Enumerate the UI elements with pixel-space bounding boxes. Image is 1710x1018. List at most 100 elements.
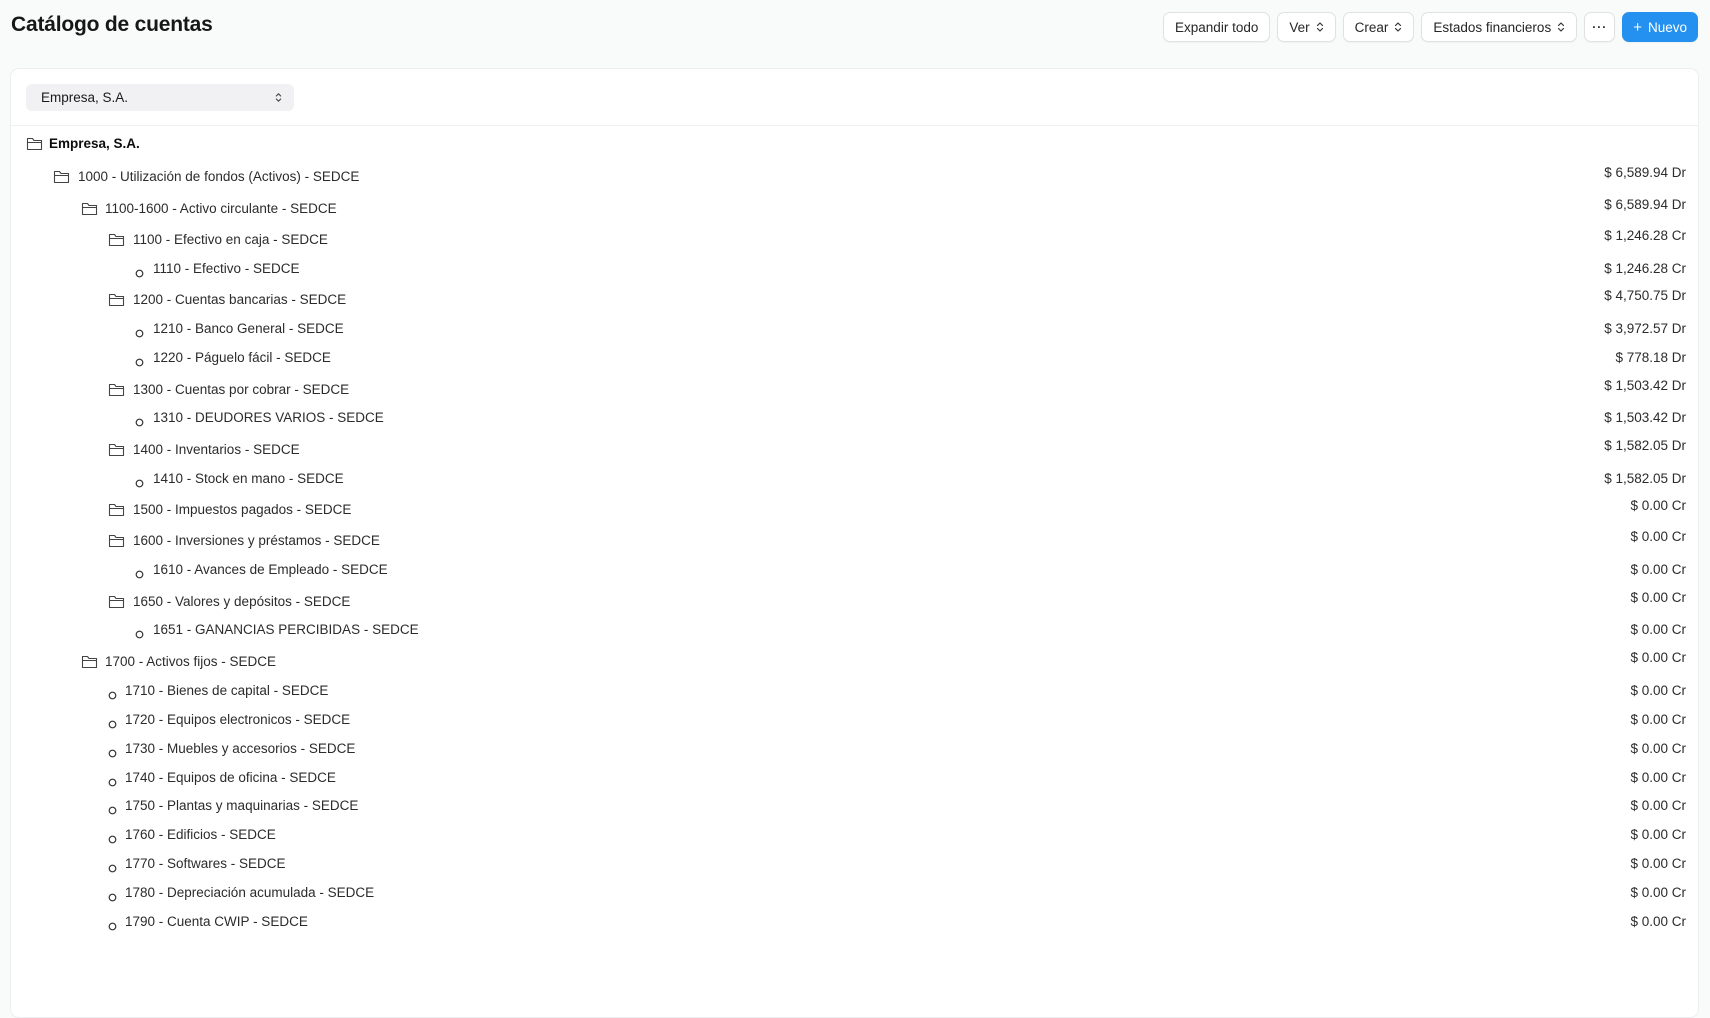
account-balance: $ 1,582.05 Dr bbox=[1604, 438, 1686, 453]
circle-icon[interactable] bbox=[108, 889, 117, 902]
tree-row-label[interactable]: 1400 - Inventarios - SEDCE bbox=[133, 442, 300, 457]
circle-icon[interactable] bbox=[108, 831, 117, 844]
tree-row-label[interactable]: 1780 - Depreciación acumulada - SEDCE bbox=[125, 885, 374, 900]
tree-group-row[interactable]: 1650 - Valores y depósitos - SEDCE $ 0.00… bbox=[11, 590, 1698, 614]
circle-icon[interactable] bbox=[135, 325, 144, 338]
tree-account-row[interactable]: 1110 - Efectivo - SEDCE $ 1,246.28 Cr bbox=[11, 257, 1698, 281]
create-dropdown-button[interactable]: Crear bbox=[1342, 12, 1415, 42]
tree-root-row[interactable]: Empresa, S.A. bbox=[11, 132, 1698, 156]
tree-group-row[interactable]: 1300 - Cuentas por cobrar - SEDCE $ 1,503… bbox=[11, 378, 1698, 402]
circle-icon[interactable] bbox=[135, 265, 144, 278]
tree-row-label[interactable]: 1110 - Efectivo - SEDCE bbox=[153, 261, 300, 276]
folder-icon[interactable] bbox=[108, 291, 125, 308]
folder-icon[interactable] bbox=[81, 653, 98, 670]
financial-statements-dropdown-button[interactable]: Estados financieros bbox=[1421, 12, 1578, 42]
account-balance: $ 3,972.57 Dr bbox=[1604, 321, 1686, 336]
account-balance: $ 0.00 Cr bbox=[1630, 856, 1686, 871]
tree-group-row[interactable]: 1100-1600 - Activo circulante - SEDCE $ 6… bbox=[11, 197, 1698, 221]
tree-row-label[interactable]: 1200 - Cuentas bancarias - SEDCE bbox=[133, 292, 346, 307]
tree-group-row[interactable]: 1700 - Activos fijos - SEDCE $ 0.00 Cr bbox=[11, 650, 1698, 674]
tree-group-row[interactable]: 1100 - Efectivo en caja - SEDCE $ 1,246.2… bbox=[11, 228, 1698, 252]
folder-icon[interactable] bbox=[108, 501, 125, 518]
tree-account-row[interactable]: 1220 - Páguelo fácil - SEDCE $ 778.18 Dr bbox=[11, 346, 1698, 370]
tree-row-label[interactable]: 1310 - DEUDORES VARIOS - SEDCE bbox=[153, 410, 384, 425]
account-balance: $ 1,246.28 Cr bbox=[1604, 228, 1686, 243]
tree-row-label[interactable]: 1100-1600 - Activo circulante - SEDCE bbox=[105, 201, 337, 216]
folder-icon[interactable] bbox=[108, 532, 125, 549]
tree-account-row[interactable]: 1651 - GANANCIAS PERCIBIDAS - SEDCE $ 0.0… bbox=[11, 618, 1698, 642]
tree-row-label[interactable]: 1740 - Equipos de oficina - SEDCE bbox=[125, 770, 336, 785]
tree-row-label[interactable]: 1610 - Avances de Empleado - SEDCE bbox=[153, 562, 388, 577]
tree-row-label[interactable]: 1730 - Muebles y accesorios - SEDCE bbox=[125, 741, 355, 756]
tree-row-label[interactable]: Empresa, S.A. bbox=[49, 136, 140, 151]
tree-account-row[interactable]: 1720 - Equipos electronicos - SEDCE $ 0.0… bbox=[11, 708, 1698, 732]
folder-icon[interactable] bbox=[108, 441, 125, 458]
tree-row-label[interactable]: 1100 - Efectivo en caja - SEDCE bbox=[133, 232, 328, 247]
tree-row-label[interactable]: 1700 - Activos fijos - SEDCE bbox=[105, 654, 276, 669]
tree-row-label[interactable]: 1600 - Inversiones y préstamos - SEDCE bbox=[133, 533, 380, 548]
tree-group-row[interactable]: 1600 - Inversiones y préstamos - SEDCE $ … bbox=[11, 529, 1698, 553]
tree-row-label[interactable]: 1750 - Plantas y maquinarias - SEDCE bbox=[125, 798, 358, 813]
more-options-button[interactable]: ··· bbox=[1584, 12, 1616, 42]
tree-row-label[interactable]: 1650 - Valores y depósitos - SEDCE bbox=[133, 594, 350, 609]
expand-all-button[interactable]: Expandir todo bbox=[1163, 12, 1271, 42]
folder-icon[interactable] bbox=[81, 200, 98, 217]
tree-account-row[interactable]: 1730 - Muebles y accesorios - SEDCE $ 0.0… bbox=[11, 737, 1698, 761]
new-account-button[interactable]: + Nuevo bbox=[1622, 12, 1698, 42]
circle-icon[interactable] bbox=[108, 918, 117, 931]
circle-icon[interactable] bbox=[135, 354, 144, 367]
tree-row-label[interactable]: 1710 - Bienes de capital - SEDCE bbox=[125, 683, 328, 698]
tree-row-label[interactable]: 1300 - Cuentas por cobrar - SEDCE bbox=[133, 382, 349, 397]
folder-icon[interactable] bbox=[108, 381, 125, 398]
tree-row-label[interactable]: 1500 - Impuestos pagados - SEDCE bbox=[133, 502, 351, 517]
tree-row-label[interactable]: 1210 - Banco General - SEDCE bbox=[153, 321, 344, 336]
account-balance: $ 6,589.94 Dr bbox=[1604, 197, 1686, 212]
folder-icon[interactable] bbox=[108, 593, 125, 610]
tree-account-row[interactable]: 1790 - Cuenta CWIP - SEDCE $ 0.00 Cr bbox=[11, 910, 1698, 934]
circle-icon[interactable] bbox=[108, 802, 117, 815]
circle-icon[interactable] bbox=[108, 774, 117, 787]
account-balance: $ 6,589.94 Dr bbox=[1604, 165, 1686, 180]
tree-row-label[interactable]: 1790 - Cuenta CWIP - SEDCE bbox=[125, 914, 308, 929]
folder-icon[interactable] bbox=[26, 135, 43, 152]
tree-row-label[interactable]: 1220 - Páguelo fácil - SEDCE bbox=[153, 350, 331, 365]
account-balance: $ 0.00 Cr bbox=[1630, 650, 1686, 665]
tree-row-label[interactable]: 1000 - Utilización de fondos (Activos) -… bbox=[78, 169, 359, 184]
tree-account-row[interactable]: 1780 - Depreciación acumulada - SEDCE $ 0… bbox=[11, 881, 1698, 905]
tree-account-row[interactable]: 1710 - Bienes de capital - SEDCE $ 0.00 C… bbox=[11, 679, 1698, 703]
tree-account-row[interactable]: 1740 - Equipos de oficina - SEDCE $ 0.00 … bbox=[11, 766, 1698, 790]
tree-row-label[interactable]: 1410 - Stock en mano - SEDCE bbox=[153, 471, 344, 486]
circle-icon[interactable] bbox=[108, 860, 117, 873]
tree-group-row[interactable]: 1200 - Cuentas bancarias - SEDCE $ 4,750.… bbox=[11, 288, 1698, 312]
account-balance: $ 778.18 Dr bbox=[1615, 350, 1686, 365]
tree-account-row[interactable]: 1610 - Avances de Empleado - SEDCE $ 0.00… bbox=[11, 558, 1698, 582]
account-balance: $ 0.00 Cr bbox=[1630, 683, 1686, 698]
tree-account-row[interactable]: 1310 - DEUDORES VARIOS - SEDCE $ 1,503.42… bbox=[11, 406, 1698, 430]
view-label: Ver bbox=[1289, 19, 1310, 35]
circle-icon[interactable] bbox=[108, 716, 117, 729]
tree-row-label[interactable]: 1720 - Equipos electronicos - SEDCE bbox=[125, 712, 350, 727]
company-select[interactable]: Empresa, S.A. bbox=[26, 84, 294, 111]
tree-account-row[interactable]: 1410 - Stock en mano - SEDCE $ 1,582.05 D… bbox=[11, 467, 1698, 491]
tree-row-label[interactable]: 1760 - Edificios - SEDCE bbox=[125, 827, 276, 842]
account-balance: $ 0.00 Cr bbox=[1630, 529, 1686, 544]
tree-group-row[interactable]: 1000 - Utilización de fondos (Activos) -… bbox=[11, 165, 1698, 189]
tree-account-row[interactable]: 1750 - Plantas y maquinarias - SEDCE $ 0.… bbox=[11, 794, 1698, 818]
circle-icon[interactable] bbox=[135, 414, 144, 427]
circle-icon[interactable] bbox=[135, 475, 144, 488]
circle-icon[interactable] bbox=[135, 566, 144, 579]
tree-row-label[interactable]: 1770 - Softwares - SEDCE bbox=[125, 856, 286, 871]
tree-group-row[interactable]: 1400 - Inventarios - SEDCE $ 1,582.05 Dr bbox=[11, 438, 1698, 462]
tree-row-label[interactable]: 1651 - GANANCIAS PERCIBIDAS - SEDCE bbox=[153, 622, 419, 637]
tree-account-row[interactable]: 1770 - Softwares - SEDCE $ 0.00 Cr bbox=[11, 852, 1698, 876]
tree-group-row[interactable]: 1500 - Impuestos pagados - SEDCE $ 0.00 C… bbox=[11, 498, 1698, 522]
circle-icon[interactable] bbox=[108, 745, 117, 758]
circle-icon[interactable] bbox=[108, 687, 117, 700]
folder-icon[interactable] bbox=[108, 231, 125, 248]
tree-account-row[interactable]: 1760 - Edificios - SEDCE $ 0.00 Cr bbox=[11, 823, 1698, 847]
tree-account-row[interactable]: 1210 - Banco General - SEDCE $ 3,972.57 D… bbox=[11, 317, 1698, 341]
folder-icon[interactable] bbox=[53, 168, 70, 185]
view-dropdown-button[interactable]: Ver bbox=[1277, 12, 1336, 42]
account-balance: $ 1,503.42 Dr bbox=[1604, 378, 1686, 393]
circle-icon[interactable] bbox=[135, 626, 144, 639]
